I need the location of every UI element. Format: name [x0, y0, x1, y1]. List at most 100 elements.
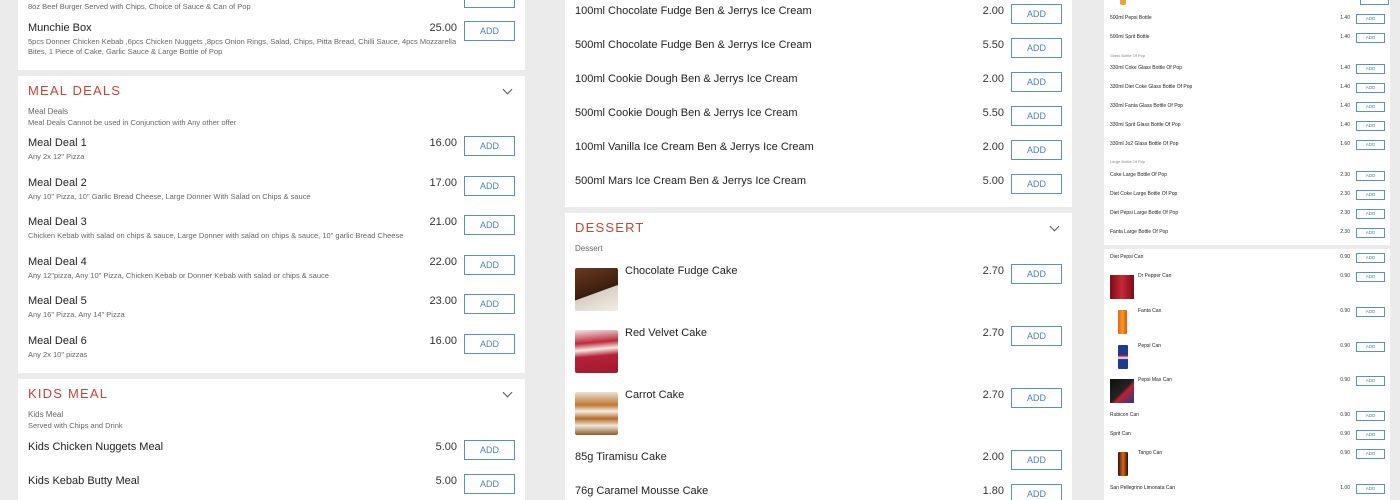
- burgers-section: 8oz Beef Burger Served with Chips, Choic…: [18, 0, 525, 70]
- item-name: Red Velvet Cake: [625, 327, 707, 339]
- add-button[interactable]: ADD: [1011, 140, 1062, 160]
- item-price: 2.70: [982, 265, 1004, 277]
- item-price: 5.50: [982, 107, 1004, 119]
- add-button[interactable]: ADD: [464, 474, 515, 494]
- add-button[interactable]: ADD: [1011, 450, 1062, 470]
- add-button[interactable]: ADD: [1356, 83, 1385, 93]
- item-name: Meal Deal 2: [28, 177, 87, 189]
- item-name: 500ml Mars Ice Cream Ben & Jerrys Ice Cr…: [575, 175, 807, 187]
- add-button[interactable]: ADD: [464, 215, 515, 235]
- item-price: 0.90: [1340, 431, 1350, 437]
- section-title[interactable]: MEAL DEALS: [28, 83, 121, 98]
- add-button[interactable]: ADD: [1356, 64, 1385, 74]
- chevron-down-icon[interactable]: [1049, 221, 1060, 232]
- add-button[interactable]: ADD: [1356, 33, 1385, 43]
- add-button[interactable]: ADD: [1356, 190, 1385, 200]
- item-price: 1.40: [1340, 84, 1350, 90]
- item-name: 500ml Pepsi Bottle: [1110, 15, 1152, 21]
- item-name: Dr Pepper Can: [1138, 273, 1172, 279]
- item-description: Any 10" Pizza, 10" Garlic Bread Cheese, …: [28, 192, 311, 201]
- add-button[interactable]: ADD: [1356, 484, 1385, 494]
- item-name: Kids Chicken Nuggets Meal: [28, 441, 164, 453]
- bottle-image: [1120, 0, 1126, 5]
- item-name: Pepsi Can: [1138, 343, 1162, 349]
- add-button[interactable]: ADD: [1356, 228, 1385, 238]
- add-button[interactable]: ADD: [1011, 388, 1062, 408]
- add-button[interactable]: ADD: [1011, 326, 1062, 346]
- item-name: Sprit Can: [1110, 431, 1131, 437]
- add-button[interactable]: ADD: [1356, 102, 1385, 112]
- menu-item: Munchie Box 5pcs Donner Chicken Kebab ,6…: [28, 21, 515, 62]
- item-price: 5.00: [982, 175, 1004, 187]
- add-button[interactable]: ADD: [464, 255, 515, 275]
- add-button[interactable]: ADD: [464, 136, 515, 156]
- item-name: 100ml Vanilla Ice Cream Ben & Jerrys Ice…: [575, 141, 814, 153]
- item-description: Chicken Kebab with salad on chips & sauc…: [28, 231, 404, 240]
- add-button[interactable]: ADD: [1011, 38, 1062, 58]
- add-button[interactable]: ADD: [1356, 209, 1385, 219]
- item-price: 2.30: [1340, 210, 1350, 216]
- add-button[interactable]: ADD: [1356, 430, 1385, 440]
- add-button[interactable]: ADD: [1356, 376, 1385, 386]
- middle-menu-column: 100ml Chocolate Fudge Ben & Jerrys Ice C…: [565, 0, 1072, 500]
- item-name: Rubicon Can: [1110, 412, 1139, 418]
- add-button[interactable]: ADD: [464, 440, 515, 460]
- add-button[interactable]: ADD: [1356, 253, 1385, 263]
- add-button[interactable]: ADD: [1011, 4, 1062, 24]
- item-name: 500ml Cookie Dough Ben & Jerrys Ice Crea…: [575, 107, 798, 119]
- item-price: 0.90: [1340, 254, 1350, 260]
- add-button[interactable]: [464, 0, 515, 8]
- add-button[interactable]: ADD: [1356, 14, 1385, 24]
- pepsi-can-image: [1118, 345, 1128, 369]
- add-button[interactable]: ADD: [1356, 121, 1385, 131]
- add-button[interactable]: ADD: [1356, 307, 1385, 317]
- add-button[interactable]: ADD: [1011, 106, 1062, 126]
- item-price: 25.00: [429, 22, 457, 34]
- item-description: 8oz Beef Burger Served with Chips, Choic…: [28, 2, 251, 11]
- add-button[interactable]: ADD: [1011, 174, 1062, 194]
- section-title[interactable]: KIDS MEAL: [28, 386, 108, 401]
- add-button[interactable]: ADD: [1011, 72, 1062, 92]
- kids-meal-section: KIDS MEAL Kids Meal Served with Chips an…: [18, 379, 525, 500]
- add-button[interactable]: ADD: [1356, 171, 1385, 181]
- dessert-section: DESSERT Dessert Chocolate Fudge Cake 2.7…: [565, 213, 1072, 500]
- add-button[interactable]: ADD: [1356, 342, 1385, 352]
- add-button[interactable]: [1360, 0, 1389, 5]
- add-button[interactable]: ADD: [1356, 140, 1385, 150]
- item-name: Munchie Box: [28, 22, 92, 34]
- bottles-section: 500ml Pepsi Bottle 1.40 ADD 500ml Sprit …: [1104, 0, 1390, 245]
- item-description: 5pcs Donner Chicken Kebab ,6pcs Chicken …: [28, 37, 457, 46]
- chevron-down-icon[interactable]: [502, 387, 513, 398]
- item-description: Any 12"pizza, Any 10" Pizza, Chicken Keb…: [28, 271, 329, 280]
- add-button[interactable]: ADD: [1011, 484, 1062, 500]
- add-button[interactable]: ADD: [464, 334, 515, 354]
- item-name: 330ml Coke Glass Bottle Of Pop: [1110, 65, 1182, 71]
- add-button[interactable]: ADD: [1011, 264, 1062, 284]
- add-button[interactable]: ADD: [1356, 411, 1385, 421]
- item-price: 0.90: [1340, 377, 1350, 383]
- section-subtitle: Meal Deals: [28, 107, 69, 116]
- item-name: Chocolate Fudge Cake: [625, 265, 738, 277]
- item-name: 500ml Sprit Bottle: [1110, 34, 1150, 40]
- item-name: San Pellegrino Limonata Can: [1110, 485, 1176, 491]
- add-button[interactable]: ADD: [1356, 449, 1385, 459]
- item-price: 1.40: [1340, 122, 1350, 128]
- item-price: 1.60: [1340, 141, 1350, 147]
- item-name: Meal Deal 1: [28, 137, 87, 149]
- add-button[interactable]: ADD: [464, 176, 515, 196]
- chevron-down-icon[interactable]: [502, 84, 513, 95]
- add-button[interactable]: ADD: [1356, 272, 1385, 282]
- left-menu-column: 8oz Beef Burger Served with Chips, Choic…: [18, 0, 525, 500]
- add-button[interactable]: ADD: [464, 21, 515, 41]
- menu-item: Dr Pepper Can 0.90 ADD: [1110, 272, 1386, 299]
- section-note: Meal Deals Cannot be used in Conjunction…: [28, 118, 237, 127]
- item-price: 0.90: [1340, 412, 1350, 418]
- item-name: Kids Kebab Butty Meal: [28, 475, 140, 487]
- add-button[interactable]: ADD: [464, 294, 515, 314]
- item-price: 23.00: [429, 295, 457, 307]
- item-price: 21.00: [429, 216, 457, 228]
- section-title[interactable]: DESSERT: [575, 220, 645, 235]
- item-name: 330ml Fanta Glass Bottle Of Pop: [1110, 103, 1184, 109]
- menu-item: Fanta Can 0.90 ADD: [1110, 307, 1386, 334]
- menu-item: Carrot Cake 2.70 ADD: [575, 388, 1062, 435]
